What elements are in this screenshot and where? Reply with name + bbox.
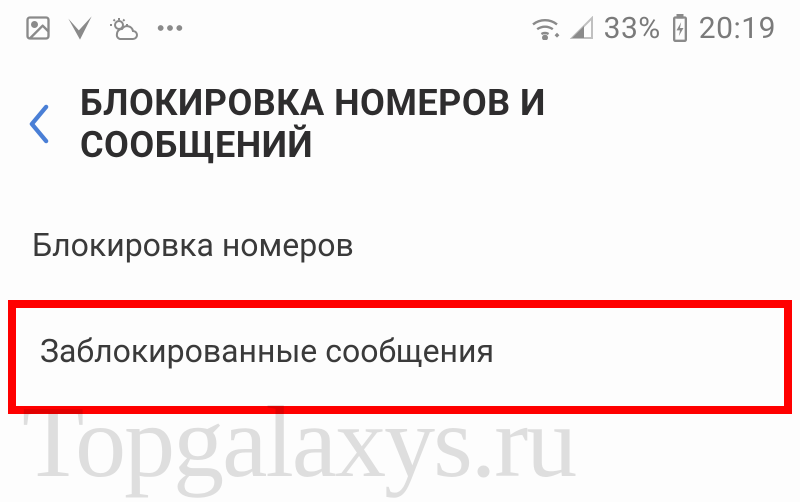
clock: 20:19	[699, 11, 776, 46]
row-blocked-messages[interactable]: Заблокированные сообщения	[8, 300, 792, 414]
phone-screenshot: 33% 20:19 БЛОКИРОВКА НОМЕРОВ И СООБЩЕНИЙ…	[0, 0, 800, 502]
row-label: Блокировка номеров	[32, 226, 354, 264]
page-title: БЛОКИРОВКА НОМЕРОВ И СООБЩЕНИЙ	[80, 82, 774, 166]
row-block-numbers[interactable]: Блокировка номеров	[0, 198, 800, 292]
back-button[interactable]	[26, 104, 52, 144]
page-header: БЛОКИРОВКА НОМЕРОВ И СООБЩЕНИЙ	[0, 56, 800, 198]
battery-icon	[671, 14, 689, 42]
row-label: Заблокированные сообщения	[40, 332, 494, 370]
chevron-left-icon	[26, 104, 52, 144]
checkmark-icon	[66, 14, 94, 42]
battery-percent: 33%	[604, 11, 661, 46]
more-icon	[156, 18, 184, 38]
status-left-icons	[24, 14, 184, 42]
weather-icon	[108, 14, 142, 42]
image-icon	[24, 14, 52, 42]
status-bar: 33% 20:19	[0, 0, 800, 56]
status-right: 33% 20:19	[530, 11, 776, 46]
cell-signal-icon	[570, 16, 594, 40]
wifi-icon	[530, 16, 560, 40]
